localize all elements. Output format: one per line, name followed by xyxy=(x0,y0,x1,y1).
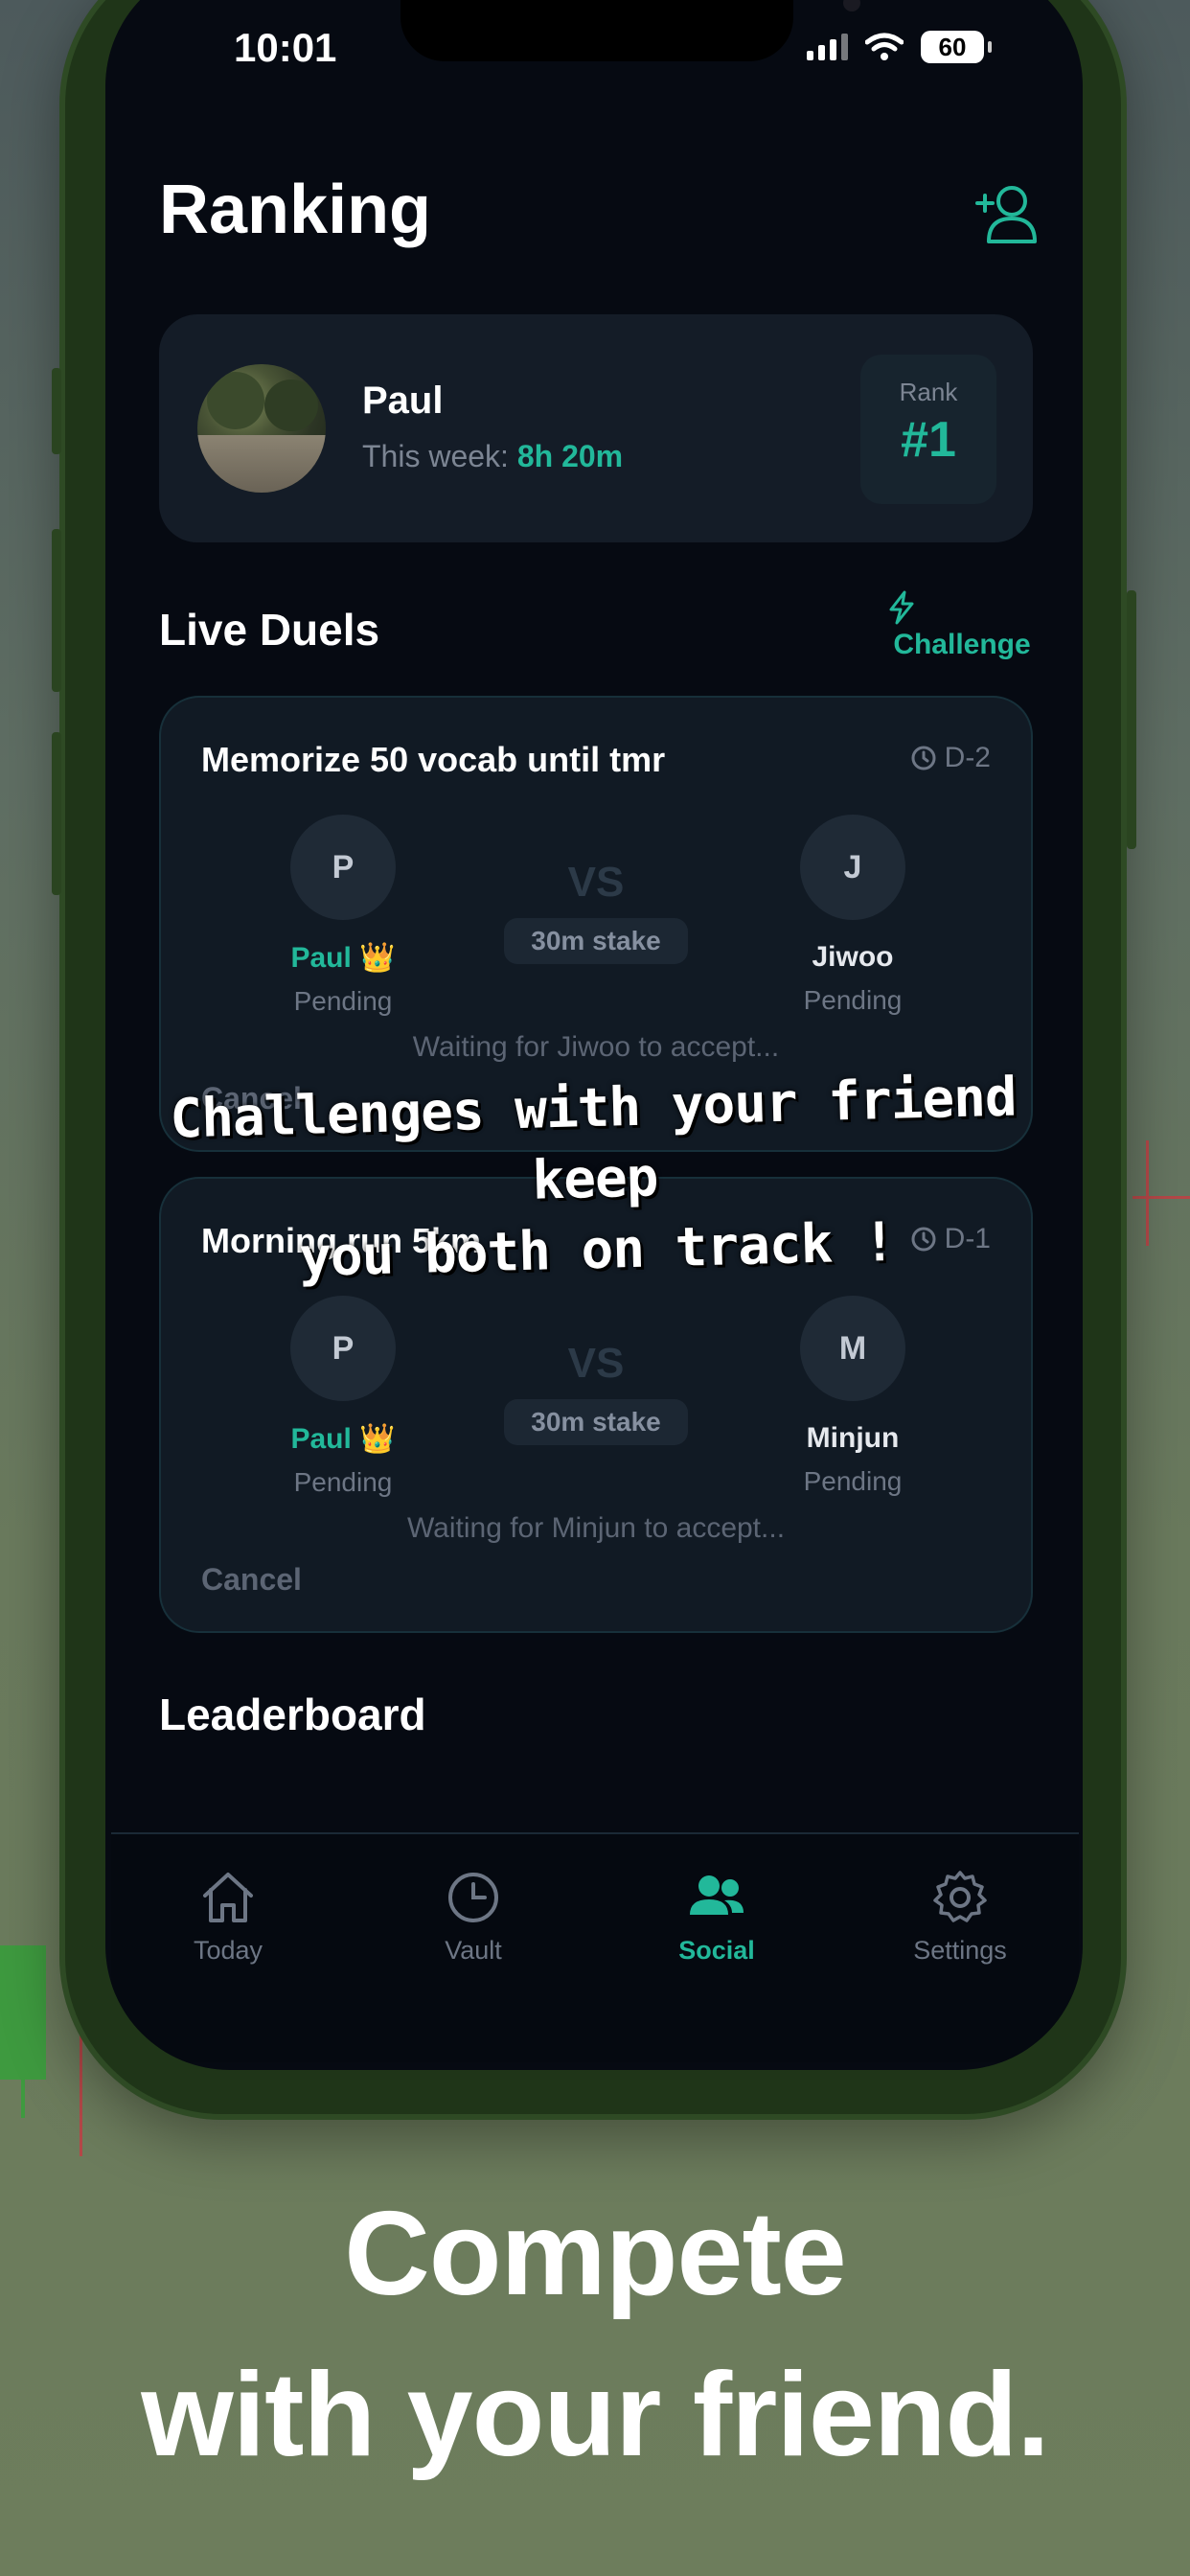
overlay-caption: Challenges with your friend keep you bot… xyxy=(93,1060,1096,1299)
background-candle xyxy=(0,1945,46,2080)
tab-today[interactable]: Today xyxy=(132,1869,324,1966)
camera-dot xyxy=(843,0,860,12)
rank-value: #1 xyxy=(901,412,956,468)
tab-social[interactable]: Social xyxy=(621,1869,812,1966)
player-name: Jiwoo xyxy=(812,941,894,973)
battery-icon: 60 xyxy=(921,31,992,63)
cancel-button[interactable]: Cancel xyxy=(201,1562,302,1598)
profile-card[interactable]: Paul This week: 8h 20m Rank #1 xyxy=(159,314,1033,542)
tab-bar: Today Vault Social Settings xyxy=(111,1832,1079,2062)
phone-side-button xyxy=(52,368,61,454)
player-name: Paul 👑 xyxy=(290,1423,396,1455)
marketing-headline: Compete with your friend. xyxy=(0,2174,1190,2496)
phone-side-button xyxy=(52,732,61,895)
week-label: This week: xyxy=(362,439,517,473)
rank-label: Rank xyxy=(899,378,958,406)
dynamic-island xyxy=(400,0,860,61)
duel-title: Memorize 50 vocab until tmr xyxy=(201,740,666,779)
wifi-icon xyxy=(865,33,904,60)
clock-icon xyxy=(448,1873,498,1922)
profile-name: Paul xyxy=(362,380,444,422)
phone-screen: 10:01 60 Ranking Paul This week: 8h 20m … xyxy=(105,0,1083,2070)
caption-line: Challenges with your friend keep xyxy=(169,1066,1018,1212)
status-time: 10:01 xyxy=(234,25,337,70)
stake-badge: 30m stake xyxy=(504,1399,688,1445)
player-avatar: J xyxy=(800,815,905,920)
challenge-button[interactable]: Challenge xyxy=(887,590,1037,667)
player-left: P Paul 👑 Pending xyxy=(257,815,429,1017)
week-value: 8h 20m xyxy=(516,439,624,473)
page-title: Ranking xyxy=(159,172,432,248)
waiting-text: Waiting for Jiwoo to accept... xyxy=(412,1031,780,1063)
avatar xyxy=(197,364,326,493)
lightning-icon xyxy=(889,590,914,625)
headline-line: Compete xyxy=(344,2188,847,2320)
tab-label: Settings xyxy=(913,1936,1007,1965)
player-right: J Jiwoo Pending xyxy=(767,815,939,1016)
people-icon xyxy=(690,1875,744,1915)
player-status: Pending xyxy=(293,986,393,1016)
tab-vault[interactable]: Vault xyxy=(378,1869,569,1966)
player-left: P Paul 👑 Pending xyxy=(257,1296,429,1498)
profile-week-time: This week: 8h 20m xyxy=(362,439,623,474)
player-status: Pending xyxy=(803,1466,903,1496)
player-status: Pending xyxy=(803,985,903,1015)
live-duels-title: Live Duels xyxy=(159,605,380,655)
gear-icon xyxy=(933,1871,987,1922)
waiting-text: Waiting for Minjun to accept... xyxy=(406,1512,786,1544)
add-friend-icon[interactable] xyxy=(973,182,1041,243)
status-icons: 60 xyxy=(807,31,992,63)
player-name: Minjun xyxy=(806,1422,900,1454)
background-candle-bar xyxy=(1133,1196,1190,1199)
stake-badge: 30m stake xyxy=(504,918,688,964)
player-status: Pending xyxy=(293,1467,393,1497)
clock-icon xyxy=(911,746,936,770)
player-right: M Minjun Pending xyxy=(767,1296,939,1497)
tab-label: Social xyxy=(678,1936,755,1965)
background-candle-wick xyxy=(21,2080,25,2118)
leaderboard-title: Leaderboard xyxy=(159,1690,426,1739)
phone-side-button xyxy=(52,529,61,692)
home-icon xyxy=(203,1873,253,1922)
tab-label: Today xyxy=(193,1936,263,1965)
challenge-label: Challenge xyxy=(893,629,1031,660)
tab-settings[interactable]: Settings xyxy=(864,1869,1056,1966)
player-avatar: M xyxy=(800,1296,905,1401)
tab-label: Vault xyxy=(445,1936,502,1965)
background-candle-wick xyxy=(1146,1140,1149,1246)
duel-deadline: D-2 xyxy=(910,742,991,774)
phone-side-button xyxy=(1127,590,1136,849)
headline-line: with your friend. xyxy=(141,2349,1049,2481)
signal-icon xyxy=(807,34,848,60)
deadline-label: D-2 xyxy=(944,742,991,773)
player-name: Paul 👑 xyxy=(290,942,396,974)
rank-badge: Rank #1 xyxy=(860,355,996,504)
